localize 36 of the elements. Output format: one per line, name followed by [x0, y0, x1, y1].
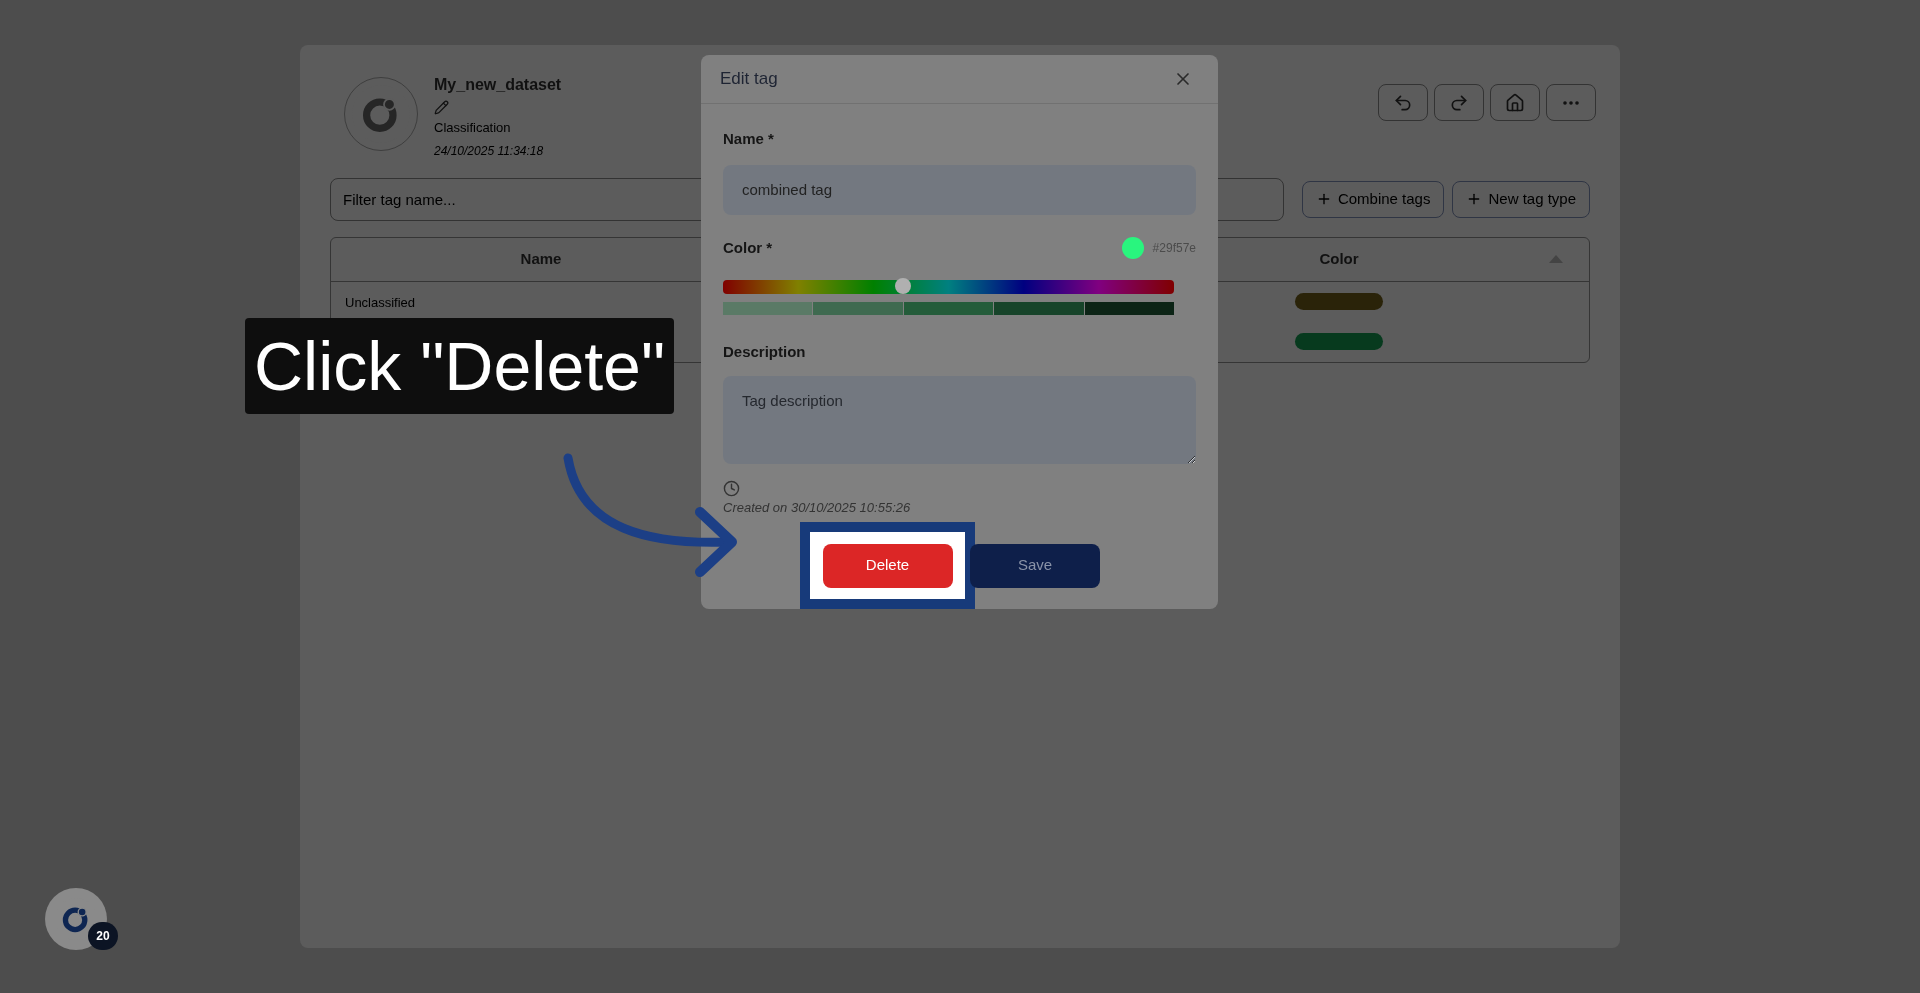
field-label: Color *	[723, 237, 773, 258]
sort-caret-icon[interactable]	[1549, 255, 1563, 263]
undo-button[interactable]	[1378, 84, 1428, 121]
undo-arrow-icon	[1393, 92, 1413, 113]
hue-slider[interactable]	[723, 280, 1174, 294]
callout-text: Click "Delete"	[254, 332, 666, 400]
dataset-title: My_new_dataset	[434, 75, 562, 95]
edit-icon[interactable]	[434, 100, 449, 115]
more-button[interactable]	[1546, 84, 1596, 121]
redo-button[interactable]	[1434, 84, 1484, 121]
name-field[interactable]: combined tag	[723, 164, 1196, 215]
field-label: Name *	[723, 129, 775, 149]
slider-thumb[interactable]	[895, 278, 912, 294]
house-icon	[1505, 92, 1525, 113]
shade-swatch[interactable]	[903, 302, 994, 315]
save-button[interactable]: Save	[970, 543, 1100, 588]
redo-arrow-icon	[1449, 92, 1469, 113]
description-field[interactable]: Tag description	[723, 375, 1196, 464]
dialog-title: Edit tag	[720, 68, 778, 91]
ellipsis-icon	[1563, 100, 1579, 105]
clock-icon	[723, 479, 740, 497]
created-date: Created on 30/10/2025 10:55:26	[723, 498, 912, 517]
color-swatch	[1121, 236, 1144, 259]
shade-swatch[interactable]	[1084, 302, 1175, 315]
field-label: Description	[723, 342, 807, 362]
dataset-date: 24/10/2025 11:34:18	[434, 142, 545, 160]
shade-swatch[interactable]	[813, 302, 903, 315]
table-cell: Unclassified	[345, 294, 416, 310]
notification-badge: 20	[88, 922, 118, 950]
dataset-type: Classification	[434, 119, 512, 137]
shade-swatch[interactable]	[994, 302, 1084, 315]
action-button[interactable]: New tag type	[1452, 180, 1590, 218]
action-button[interactable]: Combine tags	[1301, 180, 1445, 218]
home-button[interactable]	[1490, 84, 1540, 121]
delete-button[interactable]: Delete	[822, 543, 953, 588]
shade-swatch[interactable]	[723, 302, 813, 315]
